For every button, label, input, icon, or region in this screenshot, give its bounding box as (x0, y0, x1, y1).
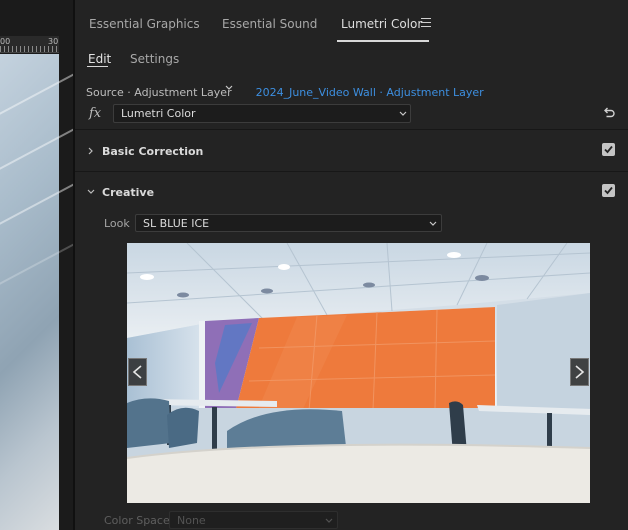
section-title: Basic Correction (102, 145, 204, 158)
section-title: Creative (102, 186, 155, 199)
chevron-down-icon[interactable] (225, 84, 233, 92)
lumetri-color-panel: Essential Graphics Essential Sound Lumet… (75, 0, 628, 530)
tab-lumetri-color[interactable]: Lumetri Color (341, 17, 422, 31)
active-subtab-indicator (87, 66, 108, 67)
timecode-ruler[interactable]: 00 30 (0, 36, 59, 53)
section-divider (75, 171, 628, 172)
color-space-value: None (177, 514, 206, 527)
chevron-left-icon (132, 365, 142, 379)
chevron-right-icon[interactable] (87, 147, 95, 155)
next-look-button[interactable] (570, 358, 589, 386)
lumetri-subtabs: Edit Settings (75, 44, 628, 74)
enable-checkbox[interactable] (602, 184, 615, 197)
look-preview-thumbnail[interactable] (127, 243, 590, 503)
hamburger-menu-icon[interactable] (421, 18, 431, 28)
fx-icon[interactable]: fx (89, 106, 101, 121)
chevron-down-icon[interactable] (87, 188, 95, 196)
effect-dropdown[interactable]: Lumetri Color (113, 104, 411, 123)
source-label[interactable]: Source · Adjustment Layer (86, 86, 232, 99)
color-space-dropdown[interactable]: None (169, 511, 338, 529)
ruler-label: 30 (48, 37, 59, 46)
program-monitor-panel: 00 30 (0, 0, 74, 530)
chevron-down-icon (429, 221, 437, 226)
color-space-label: Color Space (104, 514, 170, 527)
section-basic-correction[interactable]: Basic Correction (75, 132, 628, 172)
panel-tabbar: Essential Graphics Essential Sound Lumet… (75, 0, 628, 44)
active-tab-indicator (337, 40, 429, 42)
conference-room-image (127, 243, 590, 503)
ruler-label: 00 (0, 37, 11, 46)
effect-dropdown-value: Lumetri Color (121, 107, 196, 120)
checkmark-icon (604, 145, 613, 154)
section-creative[interactable]: Creative (75, 173, 628, 213)
source-clip-selector: Source · Adjustment Layer 2024_June_Video… (86, 86, 484, 100)
clip-name-link[interactable]: 2024_June_Video Wall (256, 86, 376, 99)
look-dropdown[interactable]: SL BLUE ICE (135, 214, 442, 232)
tab-essential-sound[interactable]: Essential Sound (222, 17, 317, 31)
app-window: 00 30 Essential Graphics Essential Sound… (0, 0, 628, 530)
section-divider (75, 129, 628, 130)
subtab-edit[interactable]: Edit (88, 52, 111, 66)
color-space-row: Color Space None (75, 510, 628, 530)
program-monitor-preview (0, 54, 74, 530)
look-row: Look SL BLUE ICE (75, 212, 628, 234)
checkmark-icon (604, 186, 613, 195)
reset-icon[interactable] (602, 105, 616, 119)
chevron-right-icon (575, 365, 585, 379)
look-dropdown-value: SL BLUE ICE (143, 217, 210, 230)
chevron-down-icon (325, 518, 333, 523)
clip-layer-link[interactable]: Adjustment Layer (386, 86, 483, 99)
tab-essential-graphics[interactable]: Essential Graphics (89, 17, 200, 31)
previous-look-button[interactable] (128, 358, 147, 386)
ruler-ticks (0, 46, 59, 52)
subtab-settings[interactable]: Settings (130, 52, 179, 66)
chevron-down-icon (399, 111, 407, 116)
enable-checkbox[interactable] (602, 143, 615, 156)
clip-separator: · (375, 86, 387, 99)
look-label: Look (104, 217, 130, 230)
effect-row: fx Lumetri Color (75, 102, 628, 126)
